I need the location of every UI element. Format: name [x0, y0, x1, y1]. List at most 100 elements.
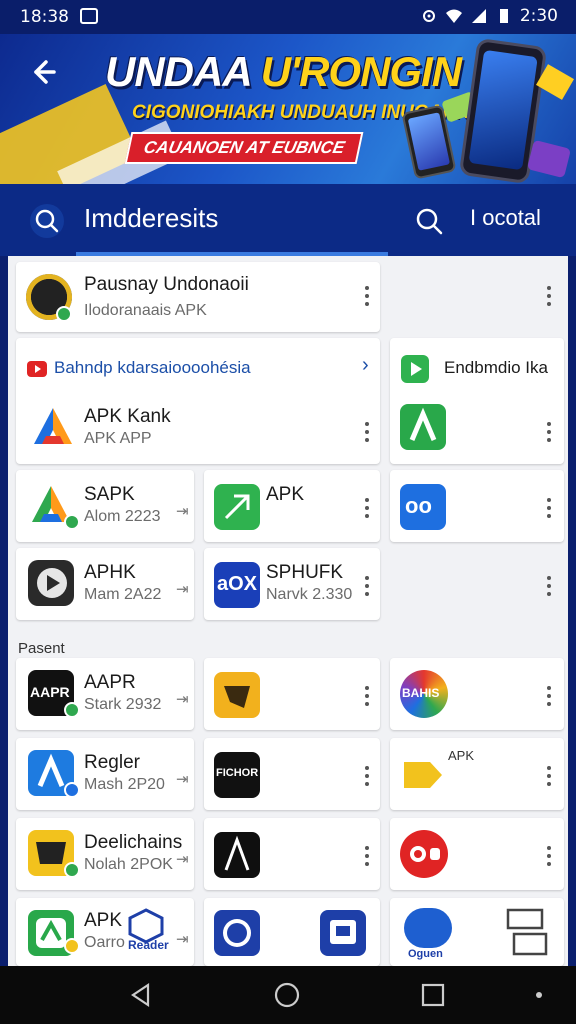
apk-kank-icon	[34, 408, 72, 444]
search-icon[interactable]	[412, 204, 446, 238]
app-icon	[214, 672, 260, 718]
more-options-icon[interactable]	[364, 766, 370, 786]
app-title: APK	[266, 484, 305, 505]
app-subtitle: Ilodoranaais APK	[84, 302, 207, 319]
app-icon: BAHIS	[400, 670, 448, 718]
notification-icon	[80, 8, 98, 24]
signal-icon	[471, 9, 486, 23]
more-options-icon[interactable]	[546, 846, 552, 866]
promo-card-right[interactable]: Endbmdio Ika	[390, 338, 564, 464]
status-icons: 2:30	[420, 6, 558, 26]
status-time-left: 18:38	[20, 7, 69, 27]
more-options-icon[interactable]	[546, 766, 552, 786]
banner-title: UNDAA U'RONGIN	[105, 48, 462, 95]
app-card[interactable]: APK	[390, 738, 564, 810]
more-options-icon[interactable]	[364, 686, 370, 706]
app-card[interactable]: Oguen	[390, 898, 564, 966]
share-icon[interactable]: ⇥	[176, 690, 189, 708]
app-card[interactable]	[204, 658, 380, 730]
status-bar: 18:38 2:30	[0, 0, 576, 34]
promo-banner[interactable]: UNDAA U'RONGIN CIGONIOHIAKH UNDUAUH INUG…	[0, 34, 576, 184]
app-subtitle: Alom 2223	[84, 508, 161, 525]
recents-square-icon[interactable]	[418, 980, 448, 1010]
app-title: SAPK	[84, 484, 135, 505]
share-icon[interactable]: ⇥	[176, 502, 189, 520]
more-options-icon[interactable]	[546, 286, 552, 306]
play-icon	[401, 355, 429, 383]
share-icon[interactable]: ⇥	[176, 580, 189, 598]
promo-card[interactable]: Bahndp kdarsaioooohésia › APK Kank APK A…	[16, 338, 380, 464]
verified-badge-icon	[56, 306, 72, 322]
app-icon	[320, 910, 366, 956]
app-subtitle: Mam 2A22	[84, 586, 162, 603]
more-options-icon[interactable]	[364, 846, 370, 866]
share-icon[interactable]: ⇥	[176, 850, 189, 868]
app-title: Pausnay Undonaoii	[84, 274, 249, 295]
chevron-right-icon[interactable]: ›	[362, 354, 369, 377]
banner-ribbon: CAUANOEN AT EUBNCE	[124, 132, 364, 164]
app-icon: FICHOR	[214, 752, 260, 798]
app-title: APK	[84, 910, 123, 931]
more-options-icon[interactable]	[546, 576, 552, 596]
back-triangle-icon[interactable]	[126, 980, 156, 1010]
share-icon[interactable]: ⇥	[176, 930, 189, 948]
wifi-icon	[445, 9, 462, 23]
icon-caption: Oguen	[408, 948, 443, 960]
verified-badge-icon	[64, 782, 80, 798]
back-arrow-icon[interactable]	[26, 56, 58, 88]
app-card[interactable]	[204, 818, 380, 890]
app-card[interactable]: FICHOR	[204, 738, 380, 810]
app-subtitle: Oarro	[84, 934, 125, 951]
verified-badge-icon	[64, 862, 80, 878]
app-subtitle: Mash 2P20	[84, 776, 165, 793]
app-title: APHK	[84, 562, 136, 583]
menu-dot-icon[interactable]	[524, 980, 554, 1010]
app-subtitle: Narvk 2.330	[266, 586, 353, 603]
app-card[interactable]	[204, 898, 380, 966]
app-title: AAPR	[84, 672, 136, 693]
app-card[interactable]: AAPR AAPR Stark 2932 ⇥	[16, 658, 194, 730]
app-card[interactable]: Regler Mash 2P20 ⇥	[16, 738, 194, 810]
arrow-app-icon	[404, 762, 442, 788]
app-card[interactable]: APK	[204, 470, 380, 542]
more-options-icon[interactable]	[364, 286, 370, 306]
local-tab-label[interactable]: I ocotal	[470, 205, 541, 231]
share-icon[interactable]: ⇥	[176, 770, 189, 788]
settings-icon	[422, 10, 435, 22]
app-title: SPHUFK	[266, 562, 344, 583]
app-card[interactable]: oo	[390, 470, 564, 542]
home-circle-icon[interactable]	[272, 980, 302, 1010]
app-card[interactable]: APHK Mam 2A22 ⇥	[16, 548, 194, 620]
app-card[interactable]: SAPK Alom 2223 ⇥	[16, 470, 194, 542]
app-icon	[400, 404, 446, 450]
app-card[interactable]: Deelichains Nolah 2POK ⇥	[16, 818, 194, 890]
icon-caption: APK	[448, 748, 475, 763]
app-icon	[214, 832, 260, 878]
more-options-icon[interactable]	[546, 422, 552, 442]
verified-badge-icon	[64, 702, 80, 718]
app-card[interactable]: aOX SPHUFK Narvk 2.330	[204, 548, 380, 620]
app-icon	[28, 560, 74, 606]
featured-app-card[interactable]: Pausnay Undonaoii Ilodoranaais APK	[16, 262, 380, 332]
more-options-icon[interactable]	[546, 686, 552, 706]
document-app-icon	[506, 908, 548, 956]
app-icon	[400, 830, 448, 878]
more-options-icon[interactable]	[364, 498, 370, 518]
more-options-icon[interactable]	[546, 498, 552, 518]
promo-link[interactable]: Bahndp kdarsaioooohésia	[54, 358, 251, 378]
search-tab-label[interactable]: Imdderesits	[84, 203, 218, 234]
battery-icon	[499, 9, 508, 23]
app-subtitle: Nolah 2POK	[84, 856, 173, 873]
more-options-icon[interactable]	[364, 576, 370, 596]
search-icon[interactable]	[30, 204, 64, 238]
app-title: APK Kank	[84, 406, 171, 427]
status-time-right: 2:30	[519, 6, 558, 26]
verified-badge-icon	[64, 514, 80, 530]
app-card[interactable]: BAHIS	[390, 658, 564, 730]
app-icon	[214, 910, 260, 956]
app-title: Regler	[84, 752, 140, 773]
app-card[interactable]	[390, 818, 564, 890]
app-card[interactable]: Reader APK Oarro ⇥	[16, 898, 194, 966]
more-options-icon[interactable]	[364, 422, 370, 442]
app-title: Deelichains	[84, 832, 183, 853]
